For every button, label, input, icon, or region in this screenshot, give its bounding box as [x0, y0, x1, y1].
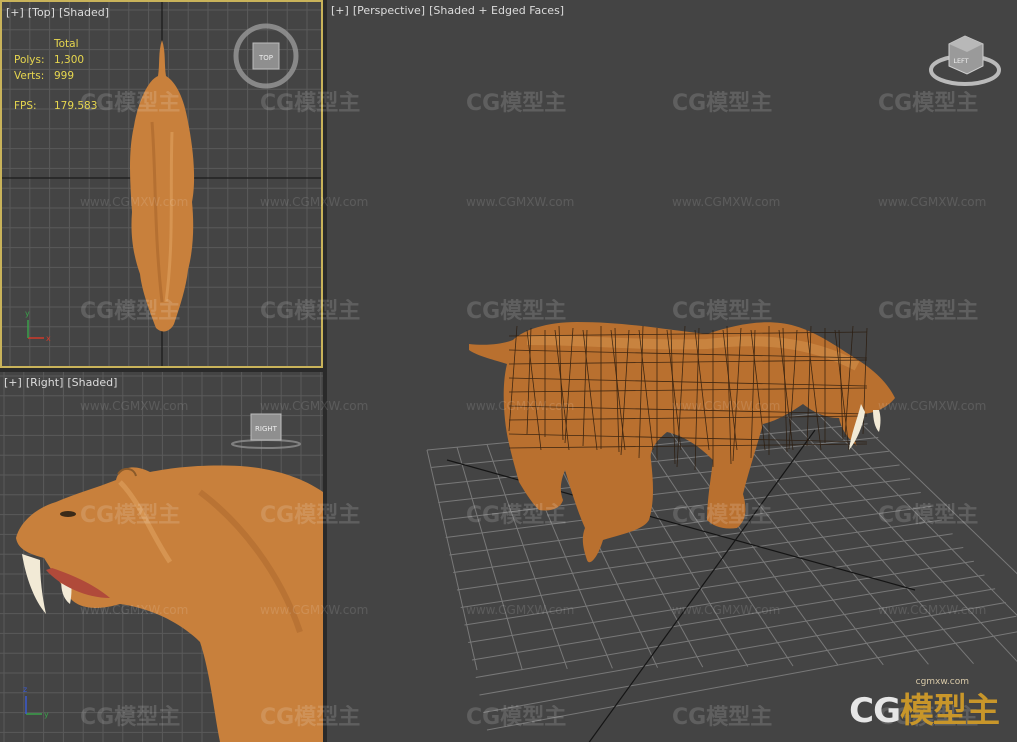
- viewport-label-top[interactable]: [+] [Top] [Shaded]: [6, 6, 109, 19]
- viewport-label-right[interactable]: [+] [Right] [Shaded]: [4, 376, 117, 389]
- svg-text:z: z: [23, 685, 27, 694]
- stats-verts-value: 999: [54, 70, 75, 82]
- perspective-grid: LEFT: [426, 35, 1017, 742]
- stats-polys-value: 1,300: [54, 54, 85, 66]
- viewport-top[interactable]: x y TOP [+] [Top] [Shaded] Total Polys: 1,3…: [0, 0, 323, 368]
- viewport-point-of-view[interactable]: [Right]: [26, 376, 64, 389]
- stats-polys-label: Polys:: [14, 54, 45, 66]
- viewport-menu-plus[interactable]: [+]: [331, 4, 349, 17]
- stats-fps-label: FPS:: [14, 100, 37, 112]
- viewcube-perspective[interactable]: LEFT: [929, 35, 1001, 86]
- viewport-label-perspective[interactable]: [+] [Perspective] [Shaded + Edged Faces]: [331, 4, 564, 17]
- viewcube-right[interactable]: RIGHT: [231, 413, 301, 449]
- viewport-shading-mode[interactable]: [Shaded + Edged Faces]: [429, 4, 564, 17]
- stats-total-header: Total: [54, 38, 79, 50]
- svg-text:LEFT: LEFT: [953, 57, 968, 65]
- svg-text:x: x: [46, 334, 51, 343]
- viewport-right[interactable]: y z RIGHT [+] [Right] [Shaded]: [0, 372, 323, 742]
- viewport-shading-mode[interactable]: [Shaded]: [59, 6, 109, 19]
- right-grid: y z RIGHT: [0, 372, 323, 742]
- viewport-shading-mode[interactable]: [Shaded]: [67, 376, 117, 389]
- stats-fps-value: 179.583: [54, 100, 98, 112]
- viewport-menu-plus[interactable]: [+]: [6, 6, 24, 19]
- axis-gizmo-top: x y: [25, 309, 51, 343]
- stats-verts-label: Verts:: [14, 70, 45, 82]
- viewport-perspective[interactable]: LEFT [+] [Perspective] [Shaded + Edged Fac…: [327, 0, 1017, 742]
- viewport-menu-plus[interactable]: [+]: [4, 376, 22, 389]
- svg-text:RIGHT: RIGHT: [255, 425, 278, 433]
- tiger-model-top[interactable]: [130, 40, 195, 332]
- corner-logo-text-a: CG: [849, 691, 901, 731]
- svg-text:y: y: [25, 309, 30, 318]
- axis-gizmo-right: y z: [23, 685, 49, 719]
- corner-logo-text-b: 模型主: [900, 691, 1000, 731]
- statistics-overlay: Total Polys: 1,300 Verts: 999 FPS: 179.583: [14, 36, 97, 114]
- tiger-model-right[interactable]: [16, 465, 323, 742]
- svg-text:y: y: [44, 710, 49, 719]
- viewport-point-of-view[interactable]: [Top]: [28, 6, 55, 19]
- corner-logo-url: cgmxw.com: [915, 677, 969, 687]
- svg-text:TOP: TOP: [258, 54, 273, 62]
- corner-brand-logo: cgmxw.com CG模型主: [849, 677, 1000, 732]
- viewport-point-of-view[interactable]: [Perspective]: [353, 4, 425, 17]
